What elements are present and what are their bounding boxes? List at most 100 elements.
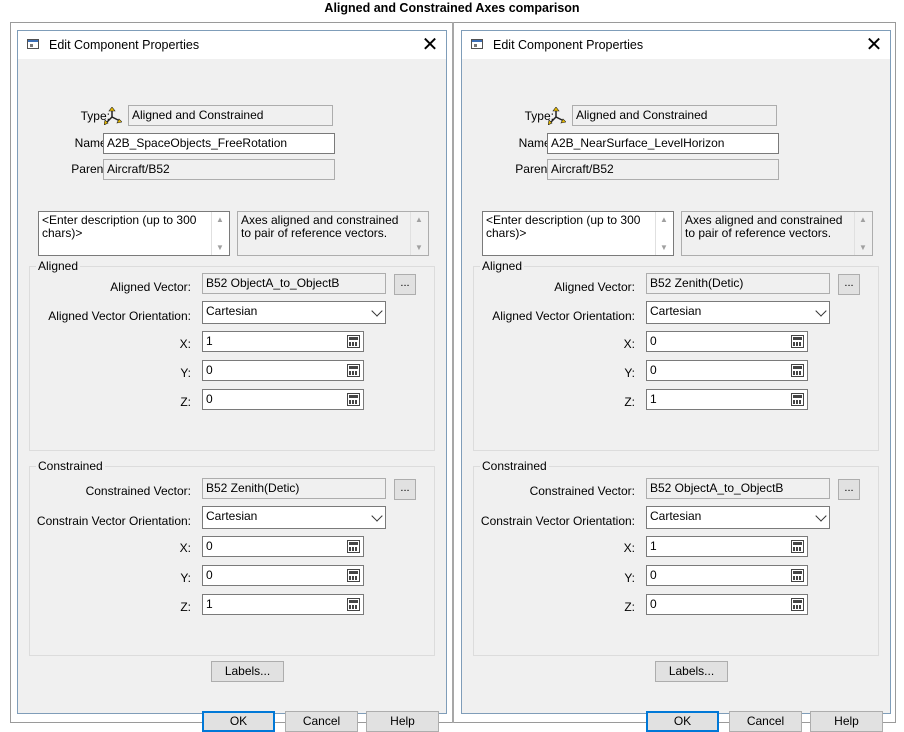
calculator-icon[interactable]	[791, 364, 804, 377]
constrained-x-input[interactable]: 1	[646, 536, 808, 557]
dialog-right: Edit Component Properties ✕ Type: Aligne…	[461, 30, 891, 732]
close-button[interactable]: ✕	[414, 31, 446, 59]
aligned-x-label: X:	[623, 337, 635, 351]
window-icon	[471, 39, 483, 49]
type-description-scrollbar[interactable]: ▲ ▼	[410, 212, 428, 255]
aligned-z-input[interactable]: 1	[646, 389, 808, 410]
calculator-icon[interactable]	[791, 598, 804, 611]
description-text: <Enter description (up to 300 chars)>	[486, 213, 641, 240]
aligned-orientation-value: Cartesian	[206, 304, 258, 318]
window-icon	[27, 39, 39, 49]
constrained-y-value: 0	[206, 568, 213, 582]
aligned-orientation-select[interactable]: Cartesian	[646, 301, 830, 324]
aligned-orientation-label: Aligned Vector Orientation:	[48, 309, 191, 323]
constrained-y-value: 0	[650, 568, 657, 582]
calculator-icon[interactable]	[791, 335, 804, 348]
labels-button[interactable]: Labels...	[211, 661, 284, 682]
scroll-up-icon[interactable]: ▲	[415, 213, 423, 226]
description-scrollbar[interactable]: ▲ ▼	[211, 212, 229, 255]
aligned-orientation-label: Aligned Vector Orientation:	[492, 309, 635, 323]
scroll-down-icon[interactable]: ▼	[415, 241, 423, 254]
description-textarea[interactable]: <Enter description (up to 300 chars)> ▲ ▼	[482, 211, 674, 256]
calculator-icon[interactable]	[791, 569, 804, 582]
ok-button[interactable]: OK	[646, 711, 719, 732]
calculator-icon[interactable]	[347, 393, 360, 406]
aligned-y-input[interactable]: 0	[646, 360, 808, 381]
dialog-title: Edit Component Properties	[49, 38, 200, 52]
title-bar[interactable]: Edit Component Properties ✕	[462, 31, 890, 59]
description-text: <Enter description (up to 300 chars)>	[42, 213, 197, 240]
constrained-x-value: 1	[650, 539, 657, 553]
constrained-x-value: 0	[206, 539, 213, 553]
aligned-x-input[interactable]: 1	[202, 331, 364, 352]
calculator-icon[interactable]	[791, 540, 804, 553]
constrained-vector-field: B52 Zenith(Detic)	[202, 478, 386, 499]
aligned-orientation-value: Cartesian	[650, 304, 702, 318]
type-description-box: Axes aligned and constrained to pair of …	[237, 211, 429, 256]
scroll-down-icon[interactable]: ▼	[216, 241, 224, 254]
calculator-icon[interactable]	[347, 569, 360, 582]
aligned-z-input[interactable]: 0	[202, 389, 364, 410]
aligned-group-label: Aligned	[36, 259, 81, 273]
constrained-z-value: 1	[206, 597, 213, 611]
constrained-vector-label: Constrained Vector:	[85, 484, 191, 498]
close-button[interactable]: ✕	[858, 31, 890, 59]
center-divider	[452, 22, 454, 723]
constrained-vector-label: Constrained Vector:	[529, 484, 635, 498]
cancel-button[interactable]: Cancel	[285, 711, 358, 732]
scroll-up-icon[interactable]: ▲	[660, 213, 668, 226]
aligned-z-label: Z:	[624, 395, 635, 409]
aligned-x-label: X:	[179, 337, 191, 351]
constrained-z-input[interactable]: 0	[646, 594, 808, 615]
help-button[interactable]: Help	[810, 711, 883, 732]
aligned-vector-browse-button[interactable]: ...	[394, 274, 416, 295]
aligned-z-label: Z:	[180, 395, 191, 409]
constrained-y-input[interactable]: 0	[646, 565, 808, 586]
cancel-button[interactable]: Cancel	[729, 711, 802, 732]
constrained-x-label: X:	[623, 541, 635, 555]
constrained-vector-field: B52 ObjectA_to_ObjectB	[646, 478, 830, 499]
aligned-y-input[interactable]: 0	[202, 360, 364, 381]
aligned-x-value: 0	[650, 334, 657, 348]
parent-field: Aircraft/B52	[547, 159, 779, 180]
constrained-y-input[interactable]: 0	[202, 565, 364, 586]
parent-field: Aircraft/B52	[103, 159, 335, 180]
scroll-down-icon[interactable]: ▼	[859, 241, 867, 254]
constrained-orientation-select[interactable]: Cartesian	[646, 506, 830, 529]
title-bar[interactable]: Edit Component Properties ✕	[18, 31, 446, 59]
labels-button[interactable]: Labels...	[655, 661, 728, 682]
aligned-vector-browse-button[interactable]: ...	[838, 274, 860, 295]
type-field: Aligned and Constrained	[572, 105, 777, 126]
constrained-orientation-select[interactable]: Cartesian	[202, 506, 386, 529]
constrained-y-label: Y:	[180, 571, 191, 585]
constrained-z-input[interactable]: 1	[202, 594, 364, 615]
constrained-group-label: Constrained	[36, 459, 105, 473]
scroll-up-icon[interactable]: ▲	[216, 213, 224, 226]
calculator-icon[interactable]	[347, 598, 360, 611]
calculator-icon[interactable]	[347, 364, 360, 377]
scroll-down-icon[interactable]: ▼	[660, 241, 668, 254]
constrained-z-label: Z:	[624, 600, 635, 614]
description-textarea[interactable]: <Enter description (up to 300 chars)> ▲ ▼	[38, 211, 230, 256]
dialog-body: Type: Aligned and Constrained Name: A2B_…	[18, 59, 446, 732]
constrained-vector-browse-button[interactable]: ...	[394, 479, 416, 500]
calculator-icon[interactable]	[347, 540, 360, 553]
calculator-icon[interactable]	[347, 335, 360, 348]
constrained-vector-browse-button[interactable]: ...	[838, 479, 860, 500]
constrained-z-label: Z:	[180, 600, 191, 614]
aligned-x-input[interactable]: 0	[646, 331, 808, 352]
scroll-up-icon[interactable]: ▲	[859, 213, 867, 226]
constrained-orientation-label: Constrain Vector Orientation:	[36, 514, 191, 528]
chevron-down-icon	[371, 510, 383, 522]
aligned-orientation-select[interactable]: Cartesian	[202, 301, 386, 324]
constrained-x-input[interactable]: 0	[202, 536, 364, 557]
close-icon: ✕	[865, 34, 883, 56]
aligned-x-value: 1	[206, 334, 213, 348]
ok-button[interactable]: OK	[202, 711, 275, 732]
name-input[interactable]: A2B_NearSurface_LevelHorizon	[547, 133, 779, 154]
calculator-icon[interactable]	[791, 393, 804, 406]
description-scrollbar[interactable]: ▲ ▼	[655, 212, 673, 255]
help-button[interactable]: Help	[366, 711, 439, 732]
type-description-scrollbar[interactable]: ▲ ▼	[854, 212, 872, 255]
name-input[interactable]: A2B_SpaceObjects_FreeRotation	[103, 133, 335, 154]
